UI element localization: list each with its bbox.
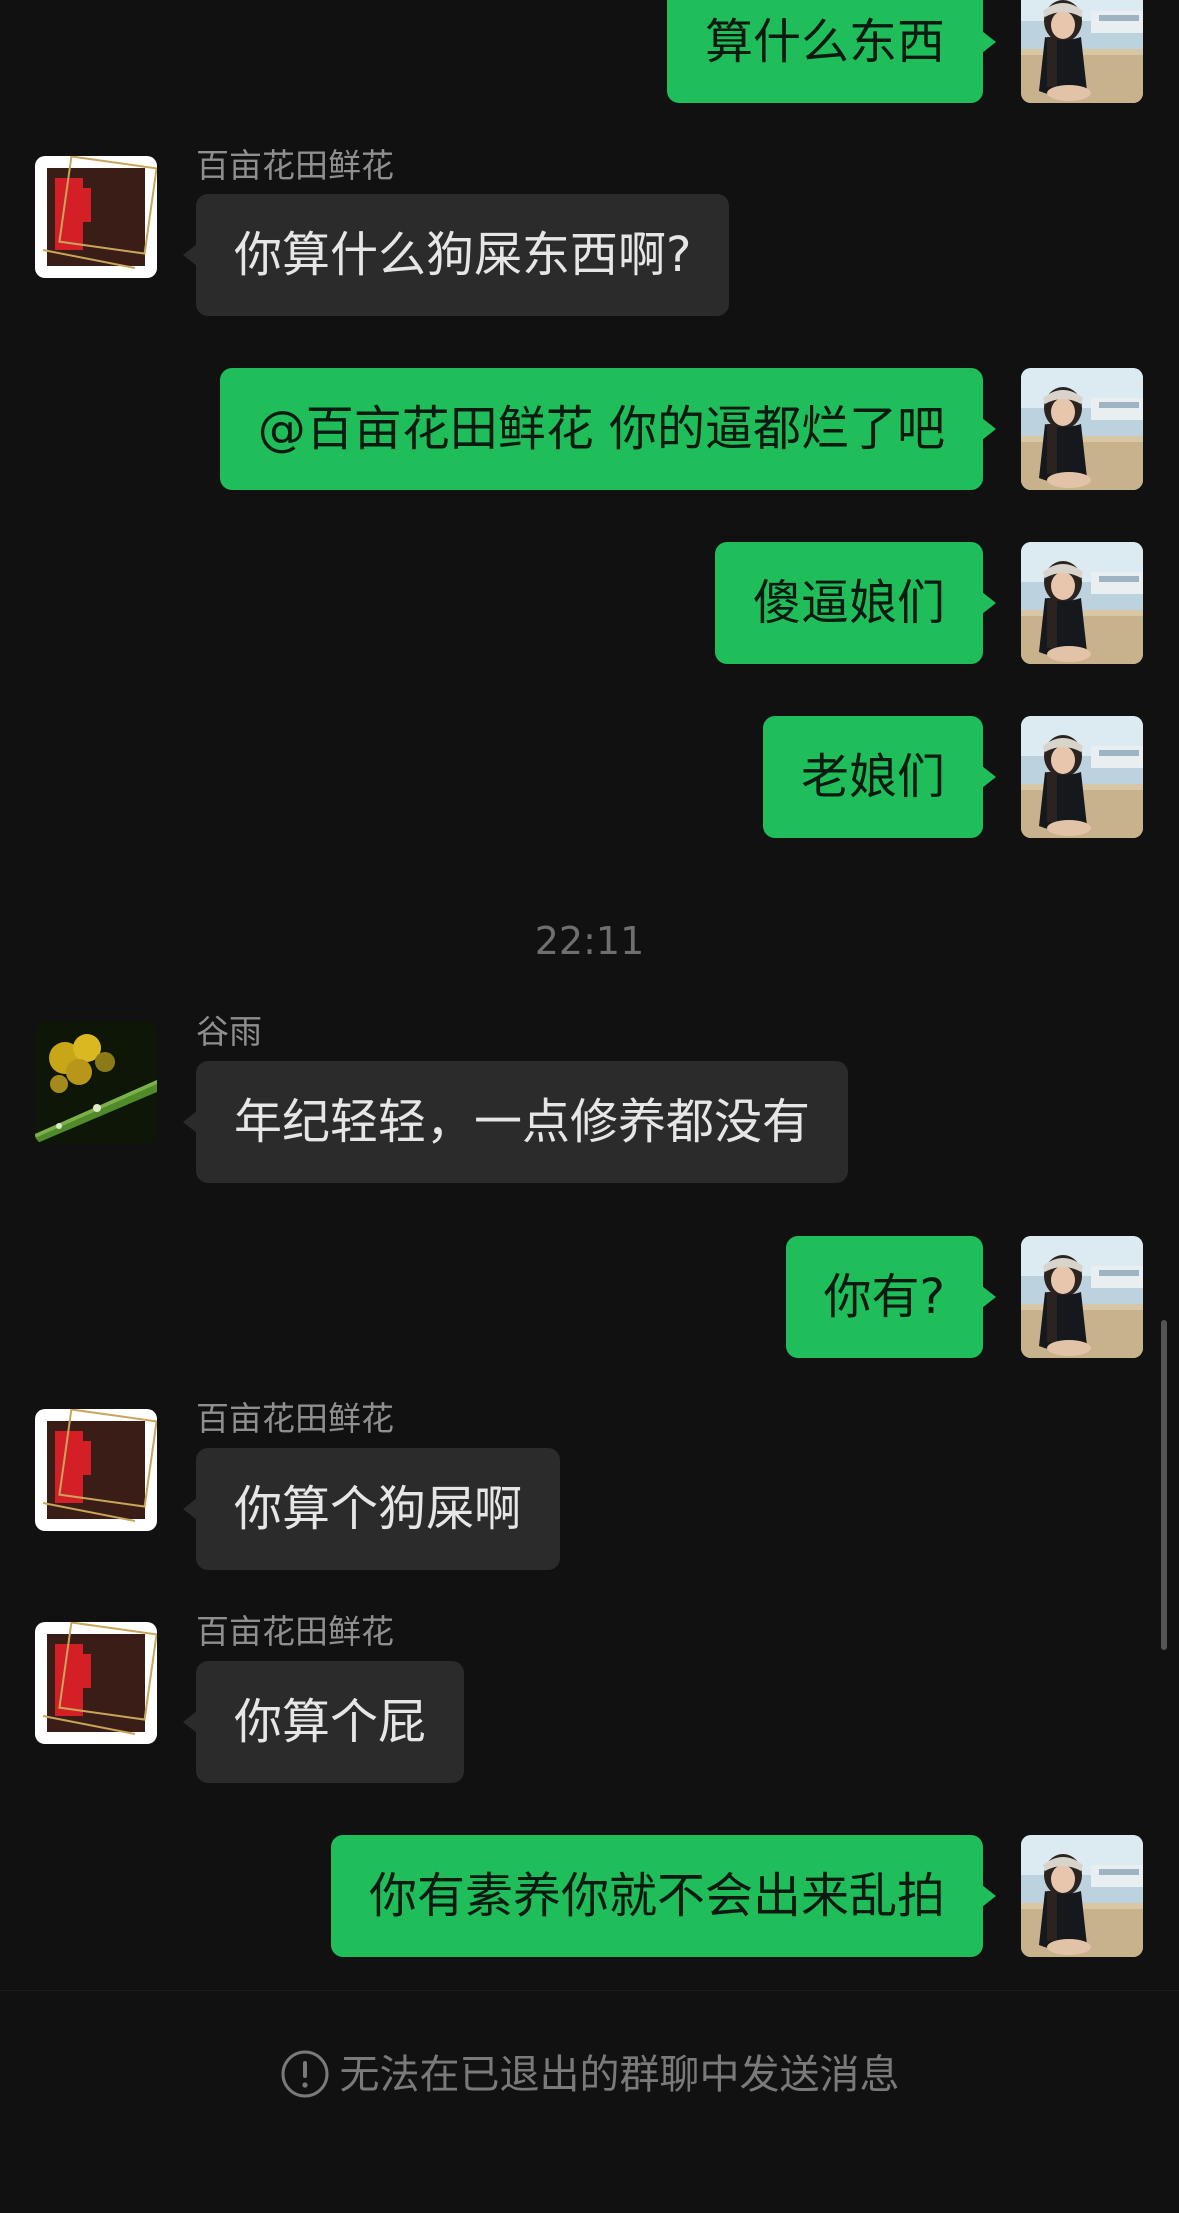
sender-name: 百亩花田鲜花 xyxy=(196,1399,394,1438)
girl-photo-icon xyxy=(1021,1236,1143,1358)
my-avatar[interactable] xyxy=(1021,1236,1143,1358)
sender-avatar-shop[interactable] xyxy=(35,156,157,278)
rapeseed-flower-photo-icon xyxy=(35,1022,157,1144)
message-bubble-sent[interactable]: @百亩花田鲜花 你的逼都烂了吧 xyxy=(219,368,997,490)
message-bubble-sent[interactable]: 你有素养你就不会出来乱拍 xyxy=(330,1835,997,1957)
my-avatar[interactable] xyxy=(1021,368,1143,490)
flower-shop-logo-icon xyxy=(35,1409,157,1531)
girl-photo-icon xyxy=(1021,716,1143,838)
notice-text: 无法在已退出的群聊中发送消息 xyxy=(339,2052,900,2098)
girl-photo-icon xyxy=(1021,368,1143,490)
my-avatar[interactable] xyxy=(1021,0,1143,103)
girl-photo-icon xyxy=(1021,542,1143,664)
message-bubble-sent[interactable]: 你有? xyxy=(785,1236,997,1358)
girl-photo-icon xyxy=(1021,0,1143,103)
flower-shop-logo-icon xyxy=(35,156,157,278)
message-bubble-received[interactable]: 你算个屁 xyxy=(182,1661,465,1783)
girl-photo-icon xyxy=(1021,1835,1143,1957)
my-avatar[interactable] xyxy=(1021,1835,1143,1957)
message-bubble-received[interactable]: 你算个狗屎啊 xyxy=(182,1448,561,1570)
chat-timestamp: 22:11 xyxy=(534,919,645,963)
sender-name: 百亩花田鲜花 xyxy=(196,146,394,185)
message-bubble-sent[interactable]: 算什么东西 xyxy=(666,0,997,103)
sender-avatar-shop[interactable] xyxy=(35,1622,157,1744)
flower-shop-logo-icon xyxy=(35,1622,157,1744)
chat-screen: 算什么东西 百亩花田鲜花 你算什么狗屎东西啊? @百亩花田鲜花 你的逼都烂了吧 … xyxy=(0,0,1179,2213)
my-avatar[interactable] xyxy=(1021,542,1143,664)
chat-scrollbar[interactable] xyxy=(1161,1320,1167,1650)
exited-group-notice: 无法在已退出的群聊中发送消息 xyxy=(0,2045,1179,2105)
message-bubble-sent[interactable]: 傻逼娘们 xyxy=(714,542,997,664)
sender-name: 谷雨 xyxy=(196,1012,262,1051)
sender-avatar-guyu[interactable] xyxy=(35,1022,157,1144)
sender-name: 百亩花田鲜花 xyxy=(196,1612,394,1651)
my-avatar[interactable] xyxy=(1021,716,1143,838)
message-bubble-received[interactable]: 你算什么狗屎东西啊? xyxy=(182,194,730,316)
exclamation-circle-icon xyxy=(281,2050,328,2098)
message-bubble-sent[interactable]: 老娘们 xyxy=(762,716,997,838)
sender-avatar-shop[interactable] xyxy=(35,1409,157,1531)
message-bubble-received[interactable]: 年纪轻轻，一点修养都没有 xyxy=(182,1061,849,1183)
